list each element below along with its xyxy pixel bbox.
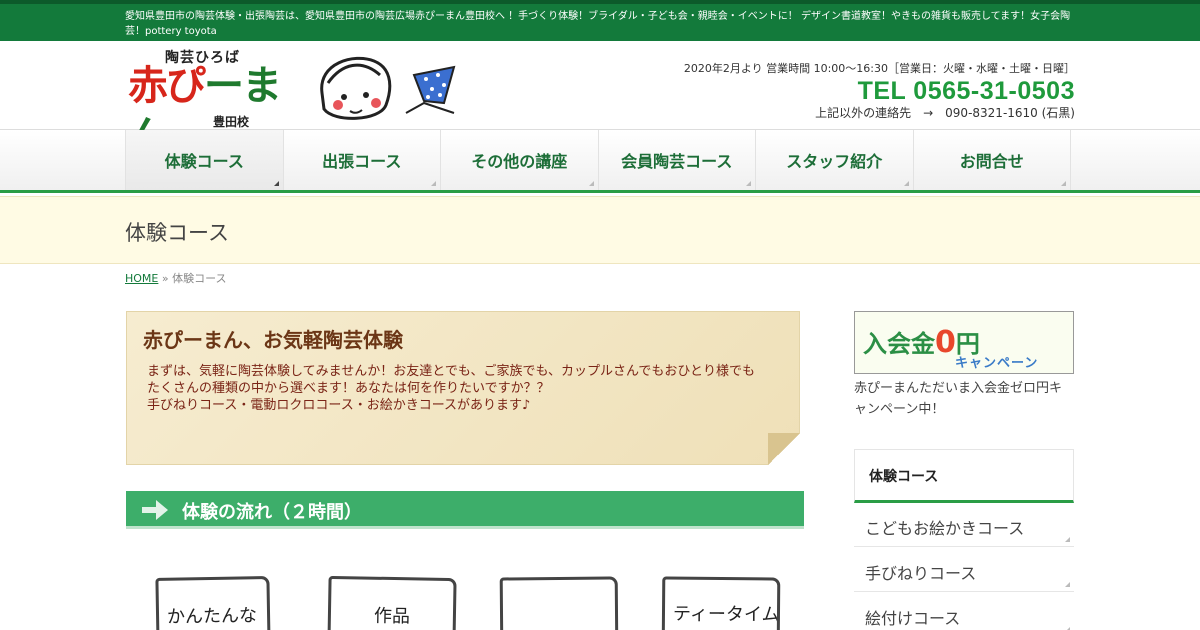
campaign-text: 赤ぴーまんただいま入会金ゼロ円キャンペーン中！	[854, 381, 1063, 417]
nav-item-other-courses[interactable]: その他の講座	[441, 130, 599, 190]
page-title-band: 体験コース	[0, 196, 1200, 264]
flow-step-card: ティータイム	[661, 576, 781, 630]
nav-item-taiken[interactable]: 体験コース	[126, 130, 284, 190]
campaign-banner[interactable]: 入会金0円 キャンペーン	[854, 311, 1074, 374]
top-announcement-bar: 愛知県豊田市の陶芸体験・出張陶芸は、愛知県豊田市の陶芸広場赤ぴーまん豊田校へ ！…	[0, 0, 1200, 41]
site-header: 陶芸ひろば 赤ぴーまん 豊田校 2020年2月より 営業時間 10:00～16:…	[0, 41, 1200, 159]
sidebar-section-title: 体験コース	[854, 449, 1074, 503]
corner-arrow-icon	[588, 181, 594, 186]
flow-section-heading: 体験の流れ（２時間）	[126, 491, 804, 529]
flow-step-card: かんたんな	[155, 576, 271, 630]
sidebar-item-etsuke[interactable]: 絵付けコース	[854, 593, 1074, 630]
nav-item-member-course[interactable]: 会員陶芸コース	[599, 130, 756, 190]
nav-item-staff[interactable]: スタッフ紹介	[756, 130, 914, 190]
mascot-face-illustration	[320, 56, 456, 120]
intro-box: 赤ぴーまん、お気軽陶芸体験 まずは、気軽に陶芸体験してみませんか！お友達とでも、…	[126, 311, 800, 465]
arrow-right-icon	[142, 500, 168, 520]
corner-arrow-icon	[1065, 582, 1070, 587]
alt-contact: 上記以外の連絡先 → 090-8321-1610 (石黒)	[815, 106, 1075, 120]
breadcrumb-home-link[interactable]: HOME	[125, 272, 158, 285]
flow-step-card	[499, 576, 619, 630]
page-title: 体験コース	[125, 221, 229, 245]
nav-item-shutcho[interactable]: 出張コース	[284, 130, 441, 190]
intro-body: まずは、気軽に陶芸体験してみませんか！お友達とでも、ご家族でも、カップルさんでも…	[147, 364, 756, 413]
page-fold-decoration	[768, 433, 800, 465]
business-hours: 2020年2月より 営業時間 10:00～16:30［営業日：火曜・水曜・土曜・…	[683, 62, 1075, 75]
announcement-text: 愛知県豊田市の陶芸体験・出張陶芸は、愛知県豊田市の陶芸広場赤ぴーまん豊田校へ ！…	[125, 11, 1071, 37]
intro-heading: 赤ぴーまん、お気軽陶芸体験	[143, 328, 403, 352]
corner-arrow-icon	[1061, 181, 1066, 186]
corner-arrow-icon	[273, 181, 279, 186]
main-nav: 体験コース 出張コース その他の講座 会員陶芸コース スタッフ紹介 お問合せ	[0, 130, 1200, 193]
flow-step-card: 作品	[327, 575, 457, 630]
phone-number[interactable]: TEL 0565-31-0503	[684, 77, 1075, 105]
corner-arrow-icon	[1065, 537, 1070, 542]
header-contact-info: 2020年2月より 営業時間 10:00～16:30［営業日：火曜・水曜・土曜・…	[684, 61, 1075, 121]
breadcrumb-current: 体験コース	[172, 272, 227, 285]
nav-item-contact[interactable]: お問合せ	[914, 130, 1071, 190]
logo-branch: 豊田校	[213, 115, 250, 129]
site-logo[interactable]: 陶芸ひろば 赤ぴーまん 豊田校	[125, 47, 305, 159]
sidebar-item-kids-painting[interactable]: こどもお絵かきコース	[854, 503, 1074, 547]
corner-arrow-icon	[431, 181, 436, 186]
corner-arrow-icon	[903, 181, 909, 186]
breadcrumb: HOME » 体験コース	[125, 272, 227, 285]
corner-arrow-icon	[746, 181, 751, 186]
sidebar-item-tebineri[interactable]: 手びねりコース	[854, 548, 1074, 592]
